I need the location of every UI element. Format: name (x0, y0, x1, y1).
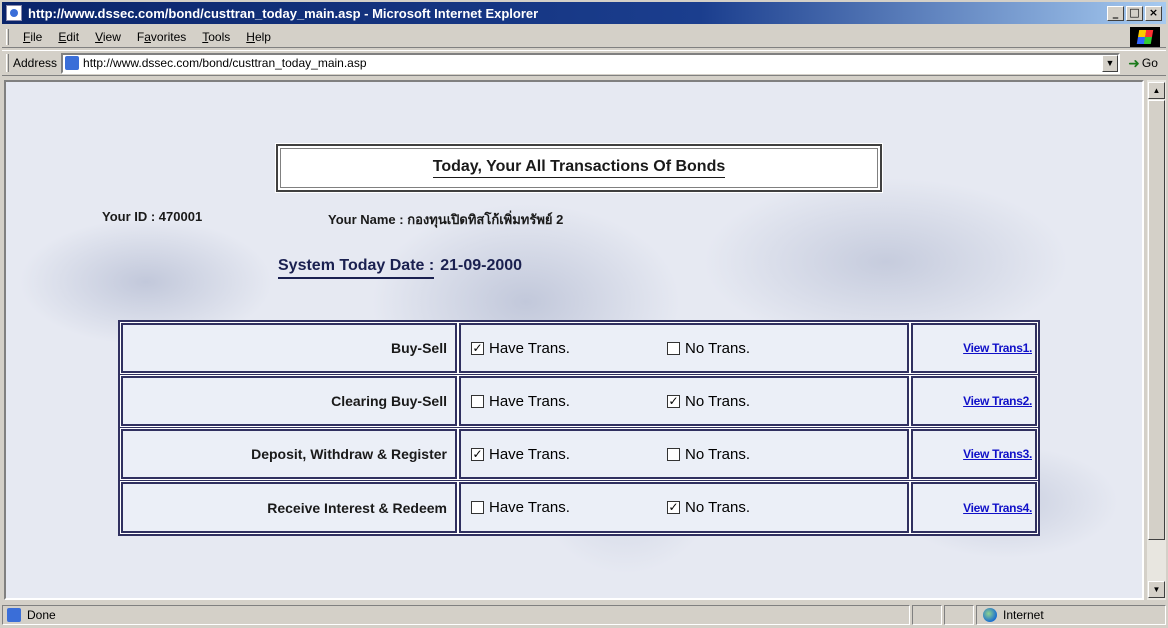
title-bar: http://www.dssec.com/bond/custtran_today… (2, 2, 1166, 24)
no-trans-checkbox[interactable]: ✓ (667, 501, 680, 514)
have-trans-option[interactable]: Have Trans. (471, 499, 667, 516)
status-segment (944, 605, 974, 625)
address-bar: Address http://www.dssec.com/bond/custtr… (2, 50, 1166, 76)
window-title: http://www.dssec.com/bond/custtran_today… (28, 5, 539, 21)
ie-icon (6, 5, 22, 21)
no-trans-checkbox[interactable] (667, 341, 680, 355)
system-date: System Today Date : 21-09-2000 (278, 257, 522, 279)
table-row: Deposit, Withdraw & Register ✓ Have Trans… (120, 428, 1038, 481)
page-heading-box: Today, Your All Transactions Of Bonds (275, 143, 883, 193)
menu-favorites[interactable]: Favorites (129, 30, 194, 44)
menu-tools[interactable]: Tools (194, 30, 238, 44)
view-trans-link[interactable]: View Trans1. (963, 341, 1032, 355)
view-trans-link[interactable]: View Trans3. (963, 447, 1032, 461)
have-trans-checkbox[interactable] (471, 394, 484, 408)
menu-bar: File Edit View Favorites Tools Help (2, 26, 1166, 48)
row-link-cell: View Trans2. (911, 376, 1037, 426)
minimize-button[interactable]: _ (1107, 5, 1124, 21)
scroll-thumb[interactable] (1148, 100, 1165, 540)
row-link-cell: View Trans1. (911, 323, 1037, 373)
address-dropdown-button[interactable]: ▼ (1102, 54, 1118, 72)
close-button[interactable]: × (1145, 5, 1162, 21)
address-input[interactable]: http://www.dssec.com/bond/custtran_today… (61, 52, 1120, 74)
table-row: Buy-Sell ✓ Have Trans. No Trans. View Tra… (120, 322, 1038, 375)
maximize-button[interactable]: □ (1126, 5, 1143, 21)
have-trans-checkbox[interactable]: ✓ (471, 447, 484, 461)
date-value: 21-09-2000 (440, 257, 523, 274)
address-url[interactable]: http://www.dssec.com/bond/custtran_today… (83, 56, 1102, 70)
no-trans-checkbox[interactable] (667, 447, 680, 461)
row-label: Clearing Buy-Sell (121, 376, 457, 426)
row-options: Have Trans. ✓ No Trans. (459, 376, 909, 426)
toolbar-grip[interactable] (6, 54, 9, 72)
no-trans-option[interactable]: No Trans. (667, 446, 863, 463)
status-main: Done (2, 605, 910, 625)
table-row: Clearing Buy-Sell Have Trans. ✓ No Trans.… (120, 375, 1038, 428)
no-trans-option[interactable]: No Trans. (667, 340, 863, 357)
status-text: Done (27, 608, 56, 622)
have-trans-option[interactable]: ✓ Have Trans. (471, 340, 667, 357)
menu-edit[interactable]: Edit (50, 30, 87, 44)
have-trans-option[interactable]: Have Trans. (471, 393, 667, 410)
scroll-up-button[interactable]: ▲ (1148, 82, 1165, 99)
have-trans-checkbox[interactable] (471, 501, 484, 514)
row-options: ✓ Have Trans. No Trans. (459, 323, 909, 373)
zone-label: Internet (1003, 608, 1044, 622)
view-trans-link[interactable]: View Trans4. (963, 501, 1032, 515)
globe-icon (983, 608, 997, 622)
row-label: Receive Interest & Redeem (121, 482, 457, 533)
status-bar: Done Internet (2, 604, 1166, 626)
window-controls: _ □ × (1107, 5, 1162, 21)
row-label: Buy-Sell (121, 323, 457, 373)
scroll-down-button[interactable]: ▼ (1148, 581, 1165, 598)
have-trans-option[interactable]: ✓ Have Trans. (471, 446, 667, 463)
view-trans-link[interactable]: View Trans2. (963, 394, 1032, 408)
go-label: Go (1141, 56, 1158, 70)
go-button[interactable]: ➜ Go (1120, 55, 1166, 72)
transactions-table: Buy-Sell ✓ Have Trans. No Trans. View Tra… (118, 320, 1040, 536)
row-label: Deposit, Withdraw & Register (121, 429, 457, 479)
go-arrow-icon: ➜ (1128, 54, 1140, 71)
user-name: Your Name : กองทุนเปิดทิสโก้เพิ่มทรัพย์ … (328, 212, 564, 227)
row-link-cell: View Trans4. (911, 482, 1037, 533)
menu-view[interactable]: View (87, 30, 129, 44)
page-content: Today, Your All Transactions Of Bonds Yo… (4, 80, 1144, 600)
user-id: Your ID : 470001 (102, 209, 203, 224)
windows-logo-icon (1130, 27, 1160, 47)
row-options: ✓ Have Trans. No Trans. (459, 429, 909, 479)
menu-file[interactable]: File (15, 30, 50, 44)
date-label: System Today Date : (278, 257, 435, 279)
no-trans-option[interactable]: ✓ No Trans. (667, 393, 863, 410)
row-link-cell: View Trans3. (911, 429, 1037, 479)
page-icon (7, 608, 21, 622)
table-row: Receive Interest & Redeem Have Trans. ✓ N… (120, 481, 1038, 534)
vertical-scrollbar[interactable]: ▲ ▼ (1146, 80, 1166, 600)
page-title: Today, Your All Transactions Of Bonds (432, 158, 726, 178)
status-segment (912, 605, 942, 625)
no-trans-option[interactable]: ✓ No Trans. (667, 499, 863, 516)
row-options: Have Trans. ✓ No Trans. (459, 482, 909, 533)
toolbar-grip[interactable] (6, 28, 9, 45)
page-icon (65, 56, 80, 70)
have-trans-checkbox[interactable]: ✓ (471, 341, 484, 355)
security-zone: Internet (976, 605, 1166, 625)
no-trans-checkbox[interactable]: ✓ (667, 394, 680, 408)
menu-help[interactable]: Help (238, 30, 279, 44)
address-label: Address (13, 56, 58, 70)
